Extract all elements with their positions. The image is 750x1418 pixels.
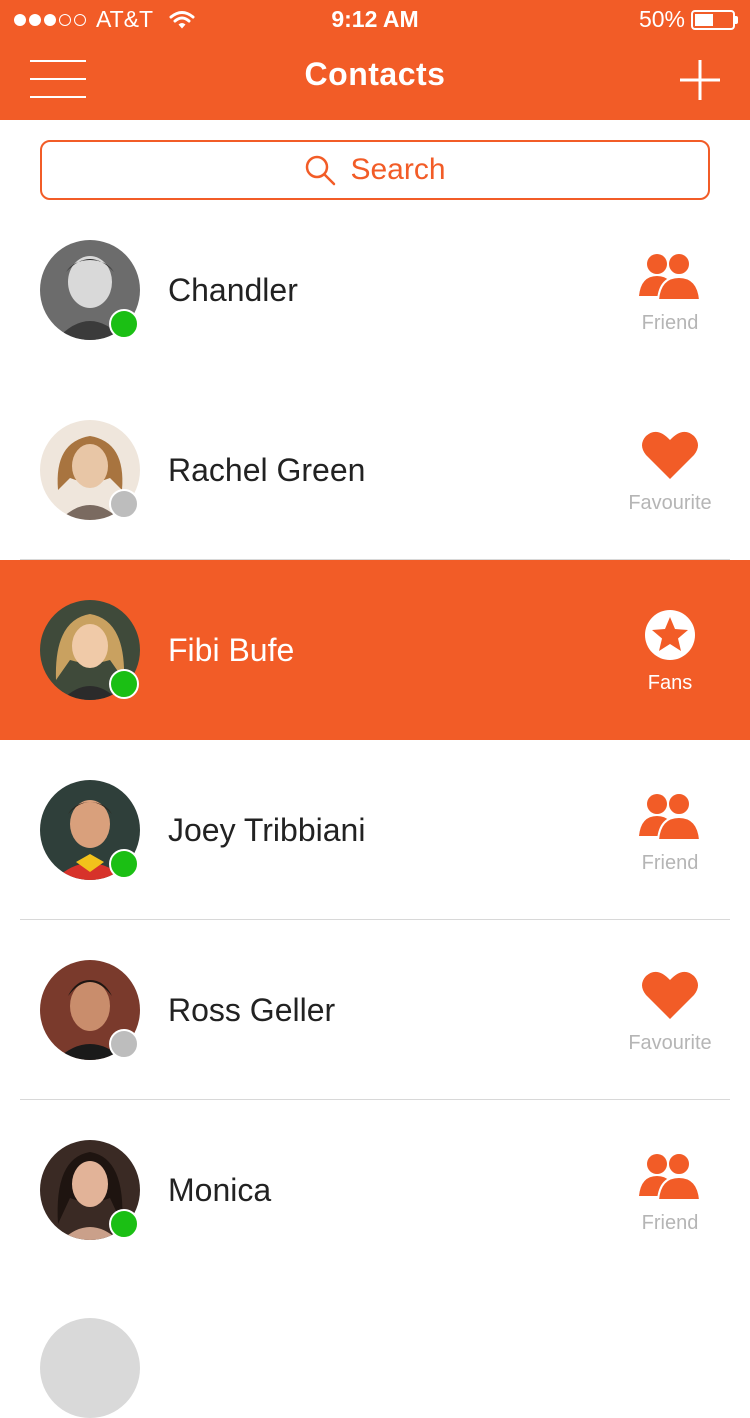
status-time: 9:12 AM [331, 6, 419, 32]
avatar [40, 1140, 140, 1240]
search-icon [306, 155, 336, 186]
offline-status-indicator [109, 1029, 139, 1059]
avatar [40, 600, 140, 700]
contact-row-rachel-green[interactable]: Rachel Green Favourite [0, 380, 750, 560]
search-input[interactable]: Search [40, 140, 710, 200]
contact-row-joey-tribbiani[interactable]: Joey Tribbiani Friend [0, 740, 750, 920]
badge-label: Friend [641, 1212, 699, 1234]
plus-icon [680, 60, 720, 100]
battery-percent: 50% [638, 6, 685, 32]
battery-icon [691, 9, 735, 30]
battery-indicator: 50% [639, 6, 738, 33]
add-contact-button[interactable] [680, 60, 720, 100]
contact-name: Ross Geller [168, 992, 336, 1028]
online-status-indicator [109, 669, 139, 699]
favourite-badge: Favourite [610, 420, 730, 520]
online-status-indicator [109, 309, 139, 339]
heart-icon [642, 431, 698, 479]
badge-label: Fans [647, 672, 693, 694]
offline-status-indicator [109, 489, 139, 519]
friends-icon [639, 252, 701, 300]
friend-badge: Friend [610, 1140, 730, 1240]
contact-name: Joey Tribbiani [168, 812, 366, 848]
avatar [40, 420, 140, 520]
contact-name: Chandler [168, 272, 298, 308]
badge-label: Friend [641, 312, 699, 334]
favourite-badge: Favourite [610, 960, 730, 1060]
avatar [40, 240, 140, 340]
contact-name: Fibi Bufe [168, 632, 295, 668]
contact-name: Monica [168, 1172, 272, 1208]
top-bar: AT&T 9:12 AM 50% Contacts [0, 0, 750, 120]
star-icon [645, 610, 695, 660]
contact-row-ross-geller[interactable]: Ross Geller Favourite [0, 920, 750, 1100]
friends-icon [639, 1152, 701, 1200]
contact-name: Rachel Green [168, 452, 366, 488]
avatar [40, 780, 140, 880]
contact-row-fibi-bufe[interactable]: Fibi Bufe Fans [0, 560, 750, 740]
avatar-partial [40, 1318, 140, 1418]
status-bar: AT&T 9:12 AM 50% [0, 0, 750, 40]
fans-badge: Fans [610, 600, 730, 700]
friends-icon [639, 792, 701, 840]
search-placeholder: Search [350, 153, 446, 186]
contact-row-monica[interactable]: Monica Friend [0, 1100, 750, 1280]
contact-row-chandler[interactable]: Chandler Friend [0, 200, 750, 380]
friend-badge: Friend [610, 240, 730, 340]
badge-label: Favourite [628, 1032, 712, 1054]
menu-line [30, 96, 86, 98]
avatar [40, 960, 140, 1060]
online-status-indicator [109, 1209, 139, 1239]
badge-label: Friend [641, 852, 699, 874]
heart-icon [642, 971, 698, 1019]
badge-label: Favourite [628, 492, 712, 514]
page-title: Contacts [304, 56, 446, 92]
battery-fill [695, 13, 713, 26]
online-status-indicator [109, 849, 139, 879]
battery-tip [735, 15, 738, 24]
friend-badge: Friend [610, 780, 730, 880]
